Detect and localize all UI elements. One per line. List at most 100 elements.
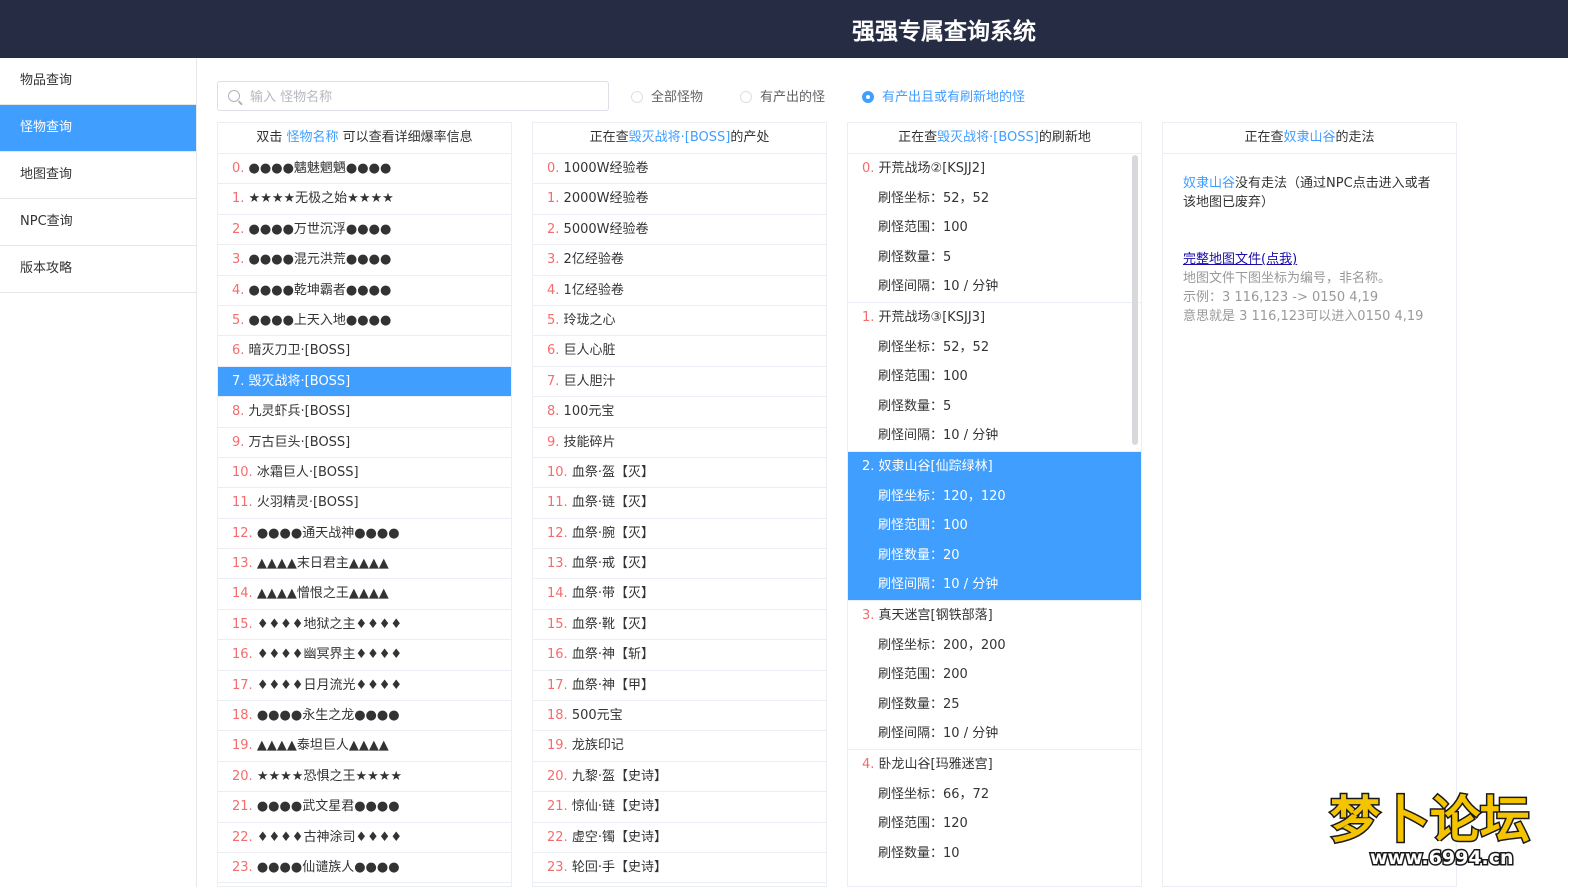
search-input[interactable] bbox=[248, 86, 592, 108]
drops-row[interactable]: 16. 血祭·神【斩】 bbox=[533, 640, 826, 671]
filter-radio-0[interactable]: 全部怪物 bbox=[631, 86, 703, 105]
spawn-index: 1. bbox=[862, 310, 875, 325]
drops-row[interactable]: 12. 血祭·腕【灭】 bbox=[533, 519, 826, 550]
monsters-row[interactable]: 17. ♦♦♦♦日月流光♦♦♦♦ bbox=[218, 671, 511, 702]
drops-row[interactable]: 19. 龙族印记 bbox=[533, 731, 826, 762]
drops-row[interactable]: 13. 血祭·戒【灭】 bbox=[533, 549, 826, 580]
monsters-row[interactable]: 19. ▲▲▲▲泰坦巨人▲▲▲▲ bbox=[218, 731, 511, 762]
watermark-logo: 梦卜论坛 www.6994.cn bbox=[1329, 790, 1532, 871]
drops-row[interactable]: 8. 100元宝 bbox=[533, 397, 826, 428]
monsters-row[interactable]: 11. 火羽精灵·[BOSS] bbox=[218, 488, 511, 519]
sidebar-item-2[interactable]: 地图查询 bbox=[0, 152, 196, 199]
drops-row[interactable]: 14. 血祭·带【灭】 bbox=[533, 579, 826, 610]
spawn-name: 卧龙山谷[玛雅迷宫] bbox=[878, 757, 993, 772]
monsters-row[interactable]: 2. ●●●●万世沉浮●●●● bbox=[218, 215, 511, 246]
row-name: 血祭·神【斩】 bbox=[571, 647, 654, 663]
row-name: 冰霜巨人·[BOSS] bbox=[256, 464, 359, 480]
spawn-count-label: 刷怪数量： bbox=[878, 547, 944, 563]
row-name: 万古巨头·[BOSS] bbox=[248, 434, 351, 450]
spawn-interval-label: 刷怪间隔： bbox=[878, 577, 944, 593]
monster-search-field[interactable] bbox=[217, 81, 609, 111]
row-name: 500元宝 bbox=[571, 708, 623, 724]
spawn-interval: 刷怪间隔：10 / 分钟 bbox=[848, 272, 1141, 302]
spawn-scrollbar[interactable] bbox=[1132, 155, 1138, 445]
spawn-index: 3. bbox=[862, 608, 875, 623]
monsters-row[interactable]: 5. ●●●●上天入地●●●● bbox=[218, 306, 511, 337]
monsters-row[interactable]: 8. 九灵虾兵·[BOSS] bbox=[218, 397, 511, 428]
monsters-row[interactable]: 20. ★★★★恐惧之王★★★★ bbox=[218, 762, 511, 793]
monsters-row[interactable]: 12. ●●●●通天战神●●●● bbox=[218, 519, 511, 550]
spawn-coord-label: 刷怪坐标： bbox=[878, 637, 944, 653]
drops-row[interactable]: 20. 九黎·盔【史诗】 bbox=[533, 762, 826, 793]
drops-row[interactable]: 21. 惊仙·链【史诗】 bbox=[533, 792, 826, 823]
drops-row[interactable]: 5. 玲珑之心 bbox=[533, 306, 826, 337]
monsters-row[interactable]: 22. ♦♦♦♦古神涂司♦♦♦♦ bbox=[218, 823, 511, 853]
spawn-entry[interactable]: 0. 开荒战场②[KSJJ2] 刷怪坐标：52，52 刷怪范围：100 刷怪数量：5 刷… bbox=[848, 154, 1141, 303]
row-index: 3. bbox=[547, 252, 560, 268]
row-index: 22. bbox=[232, 829, 253, 845]
drops-row[interactable]: 7. 巨人胆汁 bbox=[533, 367, 826, 398]
monsters-row[interactable]: 9. 万古巨头·[BOSS] bbox=[218, 428, 511, 458]
monsters-row[interactable]: 1. ★★★★无极之始★★★★ bbox=[218, 184, 511, 215]
row-name: 血祭·戒【灭】 bbox=[571, 556, 654, 572]
spawn-index: 4. bbox=[862, 757, 875, 772]
monsters-row[interactable]: 16. ♦♦♦♦幽冥界主♦♦♦♦ bbox=[218, 640, 511, 671]
row-name: ●●●●上天入地●●●● bbox=[248, 312, 392, 328]
full-map-file-link[interactable]: 完整地图文件(点我) bbox=[1183, 252, 1297, 267]
sidebar-item-1[interactable]: 怪物查询 bbox=[0, 105, 196, 152]
spawn-entry[interactable]: 4. 卧龙山谷[玛雅迷宫] 刷怪坐标：66，72 刷怪范围：120 刷怪数量：10 bbox=[848, 750, 1141, 886]
row-index: 21. bbox=[547, 799, 568, 815]
drops-row[interactable]: 18. 500元宝 bbox=[533, 701, 826, 732]
drops-row[interactable]: 15. 血祭·靴【灭】 bbox=[533, 610, 826, 641]
row-name: ●●●●万世沉浮●●●● bbox=[248, 221, 392, 237]
spawn-range: 刷怪范围：200 bbox=[848, 660, 1141, 690]
row-name: ▲▲▲▲泰坦巨人▲▲▲▲ bbox=[256, 738, 389, 754]
spawn-interval: 刷怪间隔：10 / 分钟 bbox=[848, 570, 1141, 600]
row-index: 4. bbox=[232, 282, 245, 298]
sidebar-item-3[interactable]: NPC查询 bbox=[0, 199, 196, 246]
monsters-row[interactable]: 7. 毁灭战将·[BOSS] bbox=[218, 366, 511, 398]
monsters-row[interactable]: 15. ♦♦♦♦地狱之主♦♦♦♦ bbox=[218, 610, 511, 641]
drops-row[interactable]: 10. 血祭·盔【灭】 bbox=[533, 458, 826, 489]
filter-radio-2[interactable]: 有产出且或有刷新地的怪 bbox=[862, 86, 1025, 105]
spawn-range: 刷怪范围：120 bbox=[848, 809, 1141, 839]
drops-row[interactable]: 2. 5000W经验卷 bbox=[533, 215, 826, 246]
filter-radio-1[interactable]: 有产出的怪 bbox=[740, 86, 825, 105]
monsters-row[interactable]: 3. ●●●●混元洪荒●●●● bbox=[218, 245, 511, 276]
drops-row[interactable]: 9. 技能碎片 bbox=[533, 428, 826, 458]
drops-row[interactable]: 6. 巨人心脏 bbox=[533, 336, 826, 367]
row-index: 4. bbox=[547, 282, 560, 298]
row-name: 血祭·神【甲】 bbox=[571, 677, 654, 693]
monsters-row[interactable]: 21. ●●●●武文星君●●●● bbox=[218, 792, 511, 823]
drops-row[interactable]: 11. 血祭·链【灭】 bbox=[533, 488, 826, 519]
drops-row[interactable]: 0. 1000W经验卷 bbox=[533, 154, 826, 185]
row-index: 12. bbox=[232, 525, 253, 541]
monsters-row[interactable]: 13. ▲▲▲▲末日君主▲▲▲▲ bbox=[218, 549, 511, 580]
drops-row[interactable]: 17. 血祭·神【甲】 bbox=[533, 671, 826, 702]
spawn-map-name: 1. 开荒战场③[KSJJ3] bbox=[848, 303, 1141, 333]
drops-row[interactable]: 3. 2亿经验卷 bbox=[533, 245, 826, 276]
monsters-row[interactable]: 23. ●●●●仙谴族人●●●● bbox=[218, 853, 511, 884]
spawn-coord-label: 刷怪坐标： bbox=[878, 786, 944, 802]
spawn-entry[interactable]: 3. 真天迷宫[钢铁部落] 刷怪坐标：200，200 刷怪范围：200 刷怪数量：25… bbox=[848, 601, 1141, 750]
sidebar-item-0[interactable]: 物品查询 bbox=[0, 58, 196, 105]
row-index: 7. bbox=[232, 373, 245, 389]
drops-row[interactable]: 22. 虚空·镯【史诗】 bbox=[533, 823, 826, 853]
row-index: 22. bbox=[547, 829, 568, 845]
monsters-row[interactable]: 10. 冰霜巨人·[BOSS] bbox=[218, 458, 511, 489]
route-map-link[interactable]: 奴隶山谷 bbox=[1183, 176, 1235, 191]
spawn-entry[interactable]: 2. 奴隶山谷[仙踪绿林] 刷怪坐标：120，120 刷怪范围：100 刷怪数量：20… bbox=[848, 452, 1141, 601]
drops-row[interactable]: 1. 2000W经验卷 bbox=[533, 184, 826, 215]
monsters-row[interactable]: 0. ●●●●魑魅魍魉●●●● bbox=[218, 154, 511, 185]
monsters-row[interactable]: 18. ●●●●永生之龙●●●● bbox=[218, 701, 511, 732]
sidebar-item-4[interactable]: 版本攻略 bbox=[0, 246, 196, 293]
row-name: 九灵虾兵·[BOSS] bbox=[248, 404, 351, 420]
monsters-row[interactable]: 14. ▲▲▲▲憎恨之王▲▲▲▲ bbox=[218, 579, 511, 610]
drops-row[interactable]: 23. 轮回·手【史诗】 bbox=[533, 853, 826, 884]
spawn-entry[interactable]: 1. 开荒战场③[KSJJ3] 刷怪坐标：52，52 刷怪范围：100 刷怪数量：5 刷… bbox=[848, 303, 1141, 452]
row-index: 17. bbox=[232, 677, 253, 693]
monsters-row[interactable]: 4. ●●●●乾坤霸者●●●● bbox=[218, 276, 511, 306]
drops-row[interactable]: 4. 1亿经验卷 bbox=[533, 276, 826, 306]
monsters-row[interactable]: 6. 暗灭刀卫·[BOSS] bbox=[218, 336, 511, 367]
spawn-range: 刷怪范围：100 bbox=[848, 362, 1141, 392]
